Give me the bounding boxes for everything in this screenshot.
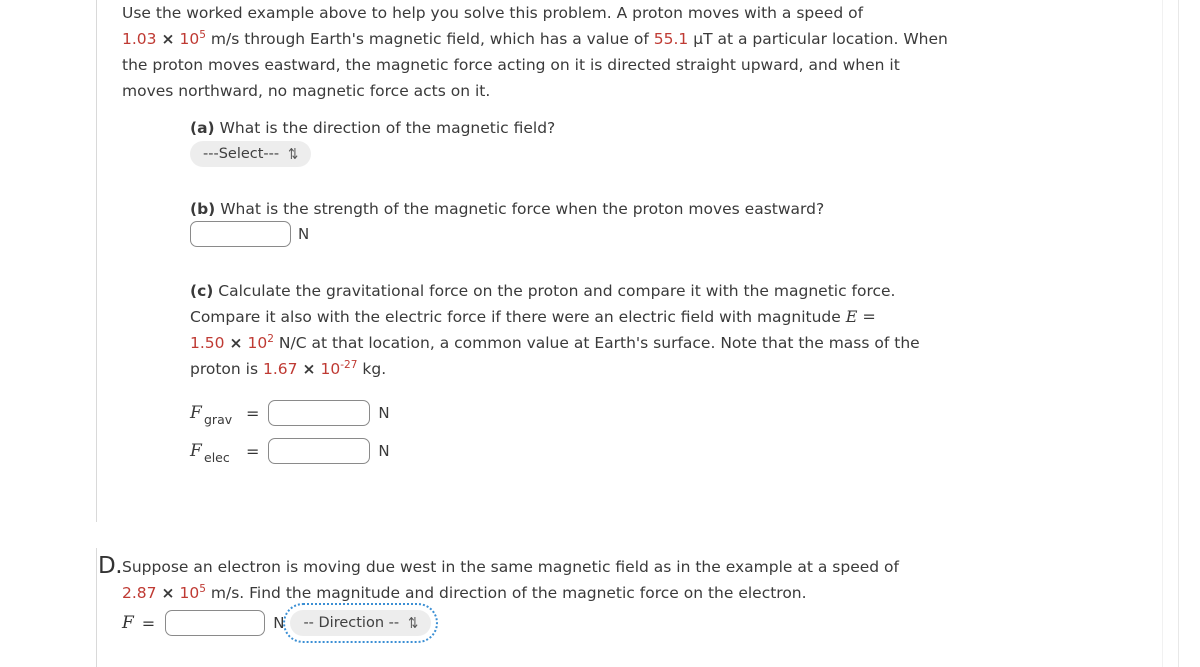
force-row-grav: Fgrav = N — [190, 394, 390, 432]
part-c-line-4-before: proton is — [190, 360, 259, 378]
part-c-equals: = — [862, 307, 876, 326]
electric-field-base: 10 — [247, 334, 268, 352]
vertical-scrollbar-track[interactable] — [1182, 0, 1196, 667]
part-b-unit: N — [298, 225, 310, 243]
intro-after-field: µT at a particular location. When — [693, 30, 948, 48]
magnetic-force-input[interactable] — [190, 221, 291, 247]
electric-force-input[interactable] — [268, 438, 371, 464]
electron-speed-base: 10 — [179, 584, 200, 602]
part-c-line-4-after: kg. — [362, 360, 387, 378]
proton-mass-exponent: -27 — [340, 358, 358, 371]
intro-line-4: moves northward, no magnetic force acts … — [122, 82, 491, 100]
part-d-line-1: Suppose an electron is moving due west i… — [122, 558, 899, 576]
part-c-line-1: Calculate the gravitational force on the… — [218, 282, 896, 300]
part-a-controls: ---Select--- ⇅ — [190, 141, 312, 167]
magnetic-field-direction-select[interactable]: ---Select--- ⇅ — [190, 141, 312, 167]
part-c-times-1: × — [229, 334, 243, 352]
part-a-question: (a) What is the direction of the magneti… — [190, 115, 950, 141]
part-b-question-text: What is the strength of the magnetic for… — [220, 200, 825, 218]
part-b-label: (b) — [190, 200, 216, 218]
chevron-updown-icon-d: ⇅ — [408, 614, 419, 632]
part-d-line-2: 2.87 × 105 m/s. Find the magnitude and dir… — [122, 580, 1022, 606]
part-a-question-text: What is the direction of the magnetic fi… — [219, 119, 556, 137]
part-c-force-rows: Fgrav = N Felec = N — [190, 394, 390, 470]
chevron-updown-icon: ⇅ — [288, 145, 299, 163]
magnetic-field-direction-select-value: ---Select--- — [203, 146, 280, 162]
force-elec-subscript: elec — [204, 450, 230, 465]
proton-speed-mantissa: 1.03 — [122, 30, 157, 48]
electron-force-direction-select-value: -- Direction -- — [303, 615, 400, 631]
force-grav-equals: = — [246, 403, 260, 423]
electron-force-symbol: F — [122, 613, 134, 633]
part-d-unit: N — [273, 614, 285, 632]
part-b-question: (b) What is the strength of the magnetic… — [190, 196, 950, 222]
proton-mass-mantissa: 1.67 — [263, 360, 298, 378]
force-elec-equals: = — [246, 441, 260, 461]
intro-after-speed: m/s through Earth's magnetic field, whic… — [210, 30, 649, 48]
problem-content: Use the worked example above to help you… — [0, 0, 1160, 667]
force-grav-symbol: Fgrav — [190, 403, 246, 427]
proton-speed-exponent: 5 — [199, 28, 206, 41]
part-d-controls: F = N -- Direction -- ⇅ — [122, 603, 439, 643]
force-elec-symbol-letter: F — [190, 441, 202, 461]
magnetic-field-value: 55.1 — [653, 30, 689, 48]
electron-force-direction-select[interactable]: -- Direction -- ⇅ — [283, 603, 439, 643]
electric-field-exponent: 2 — [267, 332, 274, 345]
page-root: Use the worked example above to help you… — [0, 0, 1200, 667]
force-elec-unit: N — [378, 442, 390, 460]
proton-speed-base: 10 — [179, 30, 200, 48]
intro-line-1: Use the worked example above to help you… — [122, 4, 864, 22]
gravitational-force-input[interactable] — [268, 400, 371, 426]
part-d-equals: = — [141, 613, 156, 633]
times-symbol: × — [161, 30, 175, 48]
proton-mass-base: 10 — [320, 360, 341, 378]
part-d-line-2-after: m/s. Find the magnitude and direction of… — [210, 584, 807, 602]
part-d-times: × — [161, 584, 175, 602]
electron-speed-exponent: 5 — [199, 582, 206, 595]
part-c-label: (c) — [190, 282, 214, 300]
page-right-edge-rule — [1178, 0, 1179, 667]
part-a-label: (a) — [190, 119, 215, 137]
electric-field-symbol: E — [845, 307, 858, 326]
intro-paragraph: Use the worked example above to help you… — [122, 0, 1027, 104]
intro-line-3: the proton moves eastward, the magnetic … — [122, 56, 900, 74]
part-c-question: (c) Calculate the gravitational force on… — [190, 278, 990, 382]
electric-field-mantissa: 1.50 — [190, 334, 225, 352]
electron-force-input[interactable] — [165, 610, 266, 636]
part-c-line-3-after: N/C at that location, a common value at … — [278, 334, 920, 352]
section-d-marker: D. — [98, 553, 123, 579]
electron-speed-mantissa: 2.87 — [122, 584, 157, 602]
force-grav-unit: N — [378, 404, 390, 422]
part-b-controls: N — [190, 221, 309, 247]
part-c-line-2: Compare it also with the electric force … — [190, 308, 841, 326]
force-grav-symbol-letter: F — [190, 403, 202, 423]
force-row-elec: Felec = N — [190, 432, 390, 470]
part-c-times-2: × — [302, 360, 316, 378]
page-right-edge-rule-inner — [1162, 0, 1163, 667]
force-grav-subscript: grav — [204, 412, 233, 427]
force-elec-symbol: Felec — [190, 441, 246, 465]
